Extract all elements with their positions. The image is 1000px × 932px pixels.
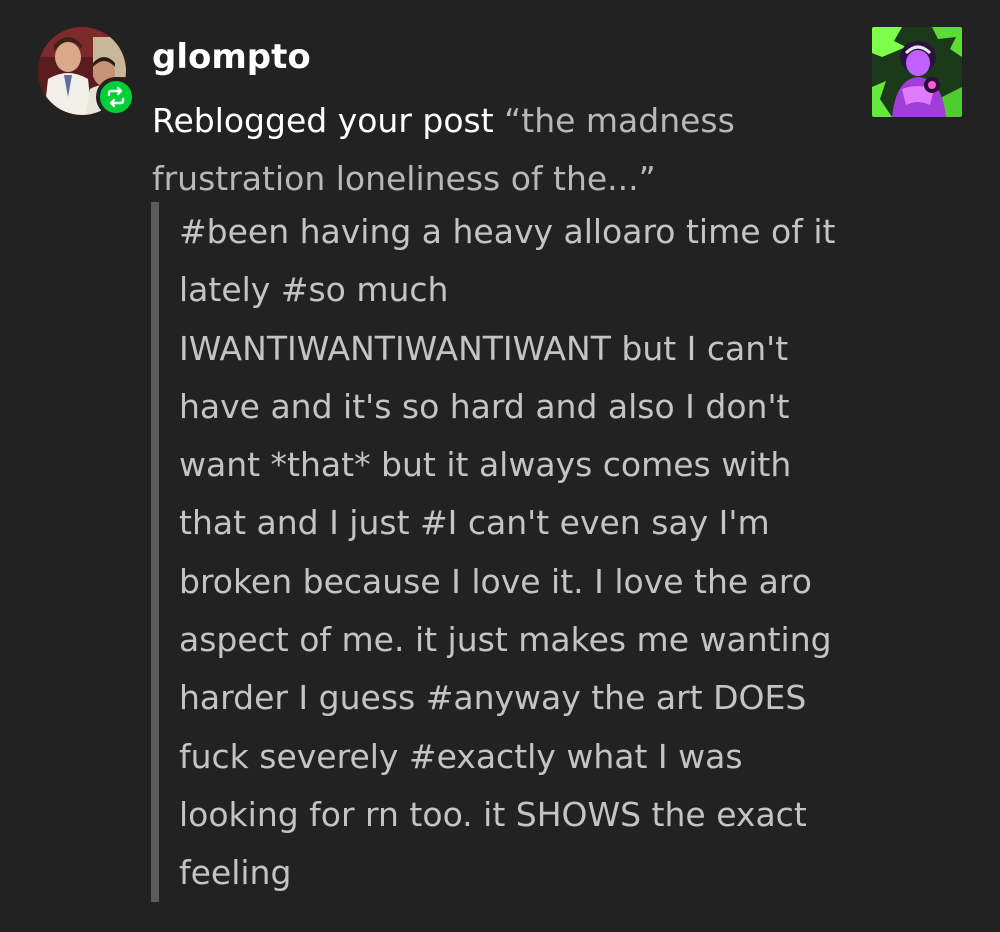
reblog-badge [96, 77, 136, 117]
reblog-notification[interactable]: glompto Reblogged your post “the madness… [0, 0, 1000, 932]
username[interactable]: glompto [152, 34, 311, 80]
notification-action-text: Reblogged your post “the madness frustra… [152, 92, 842, 208]
post-artwork-image [872, 27, 962, 117]
action-label: Reblogged your post [152, 101, 494, 140]
reblog-tags: #been having a heavy alloaro time of it … [179, 212, 836, 893]
quote-bar [151, 202, 159, 902]
reblog-icon [107, 86, 125, 108]
post-thumbnail[interactable] [872, 27, 962, 117]
